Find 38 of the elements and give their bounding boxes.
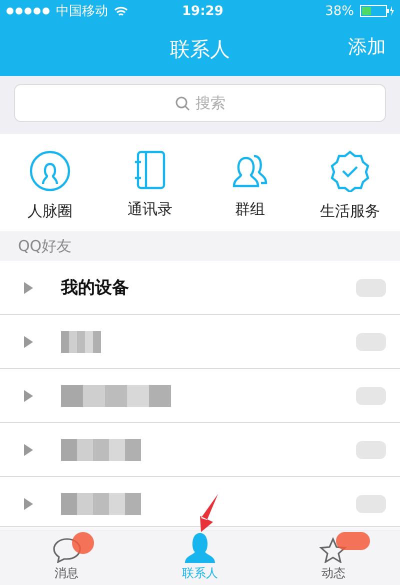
tab-item[interactable]: 消息 (0, 527, 134, 585)
shortcut-button[interactable]: 生活服务 (300, 150, 400, 221)
chat-bubble-icon (52, 537, 82, 563)
pointer-arrow (198, 494, 220, 532)
expand-arrow-icon (24, 390, 33, 402)
verified-badge-icon (329, 150, 371, 192)
person-icon (182, 531, 217, 563)
blurred-count (356, 278, 386, 296)
expand-arrow-icon (24, 336, 33, 348)
carrier-name: 中国移动 (56, 3, 108, 20)
search-icon (174, 96, 190, 110)
blurred-count (356, 494, 386, 512)
signal-icon (6, 7, 50, 15)
person-circle-icon (29, 150, 71, 192)
notebook-icon (133, 150, 167, 190)
expand-arrow-icon (24, 498, 33, 510)
wifi-icon (114, 6, 128, 16)
section-header: QQ好友 (0, 231, 400, 261)
tab-item[interactable]: 动态 (266, 527, 400, 585)
expand-arrow-icon (24, 444, 33, 456)
group-row[interactable] (0, 315, 400, 369)
blurred-name (61, 330, 101, 352)
group-row[interactable]: 我的设备 (0, 261, 400, 315)
group-row[interactable] (0, 369, 400, 423)
shortcut-button[interactable]: 通讯录 (100, 150, 200, 221)
group-row[interactable] (0, 423, 400, 477)
battery-icon (360, 5, 394, 17)
page-title: 联系人 (170, 36, 230, 62)
blurred-count (356, 332, 386, 350)
shortcut-button[interactable]: 人脉圈 (0, 150, 100, 221)
blurred-count (356, 386, 386, 404)
search-placeholder: 搜索 (196, 94, 226, 112)
expand-arrow-icon (24, 282, 33, 294)
group-name: 我的设备 (61, 277, 129, 299)
blurred-count (356, 440, 386, 458)
shortcut-button[interactable]: 群组 (200, 150, 300, 221)
battery-percent: 38% (325, 4, 354, 18)
clock-time: 19:29 (182, 4, 224, 18)
